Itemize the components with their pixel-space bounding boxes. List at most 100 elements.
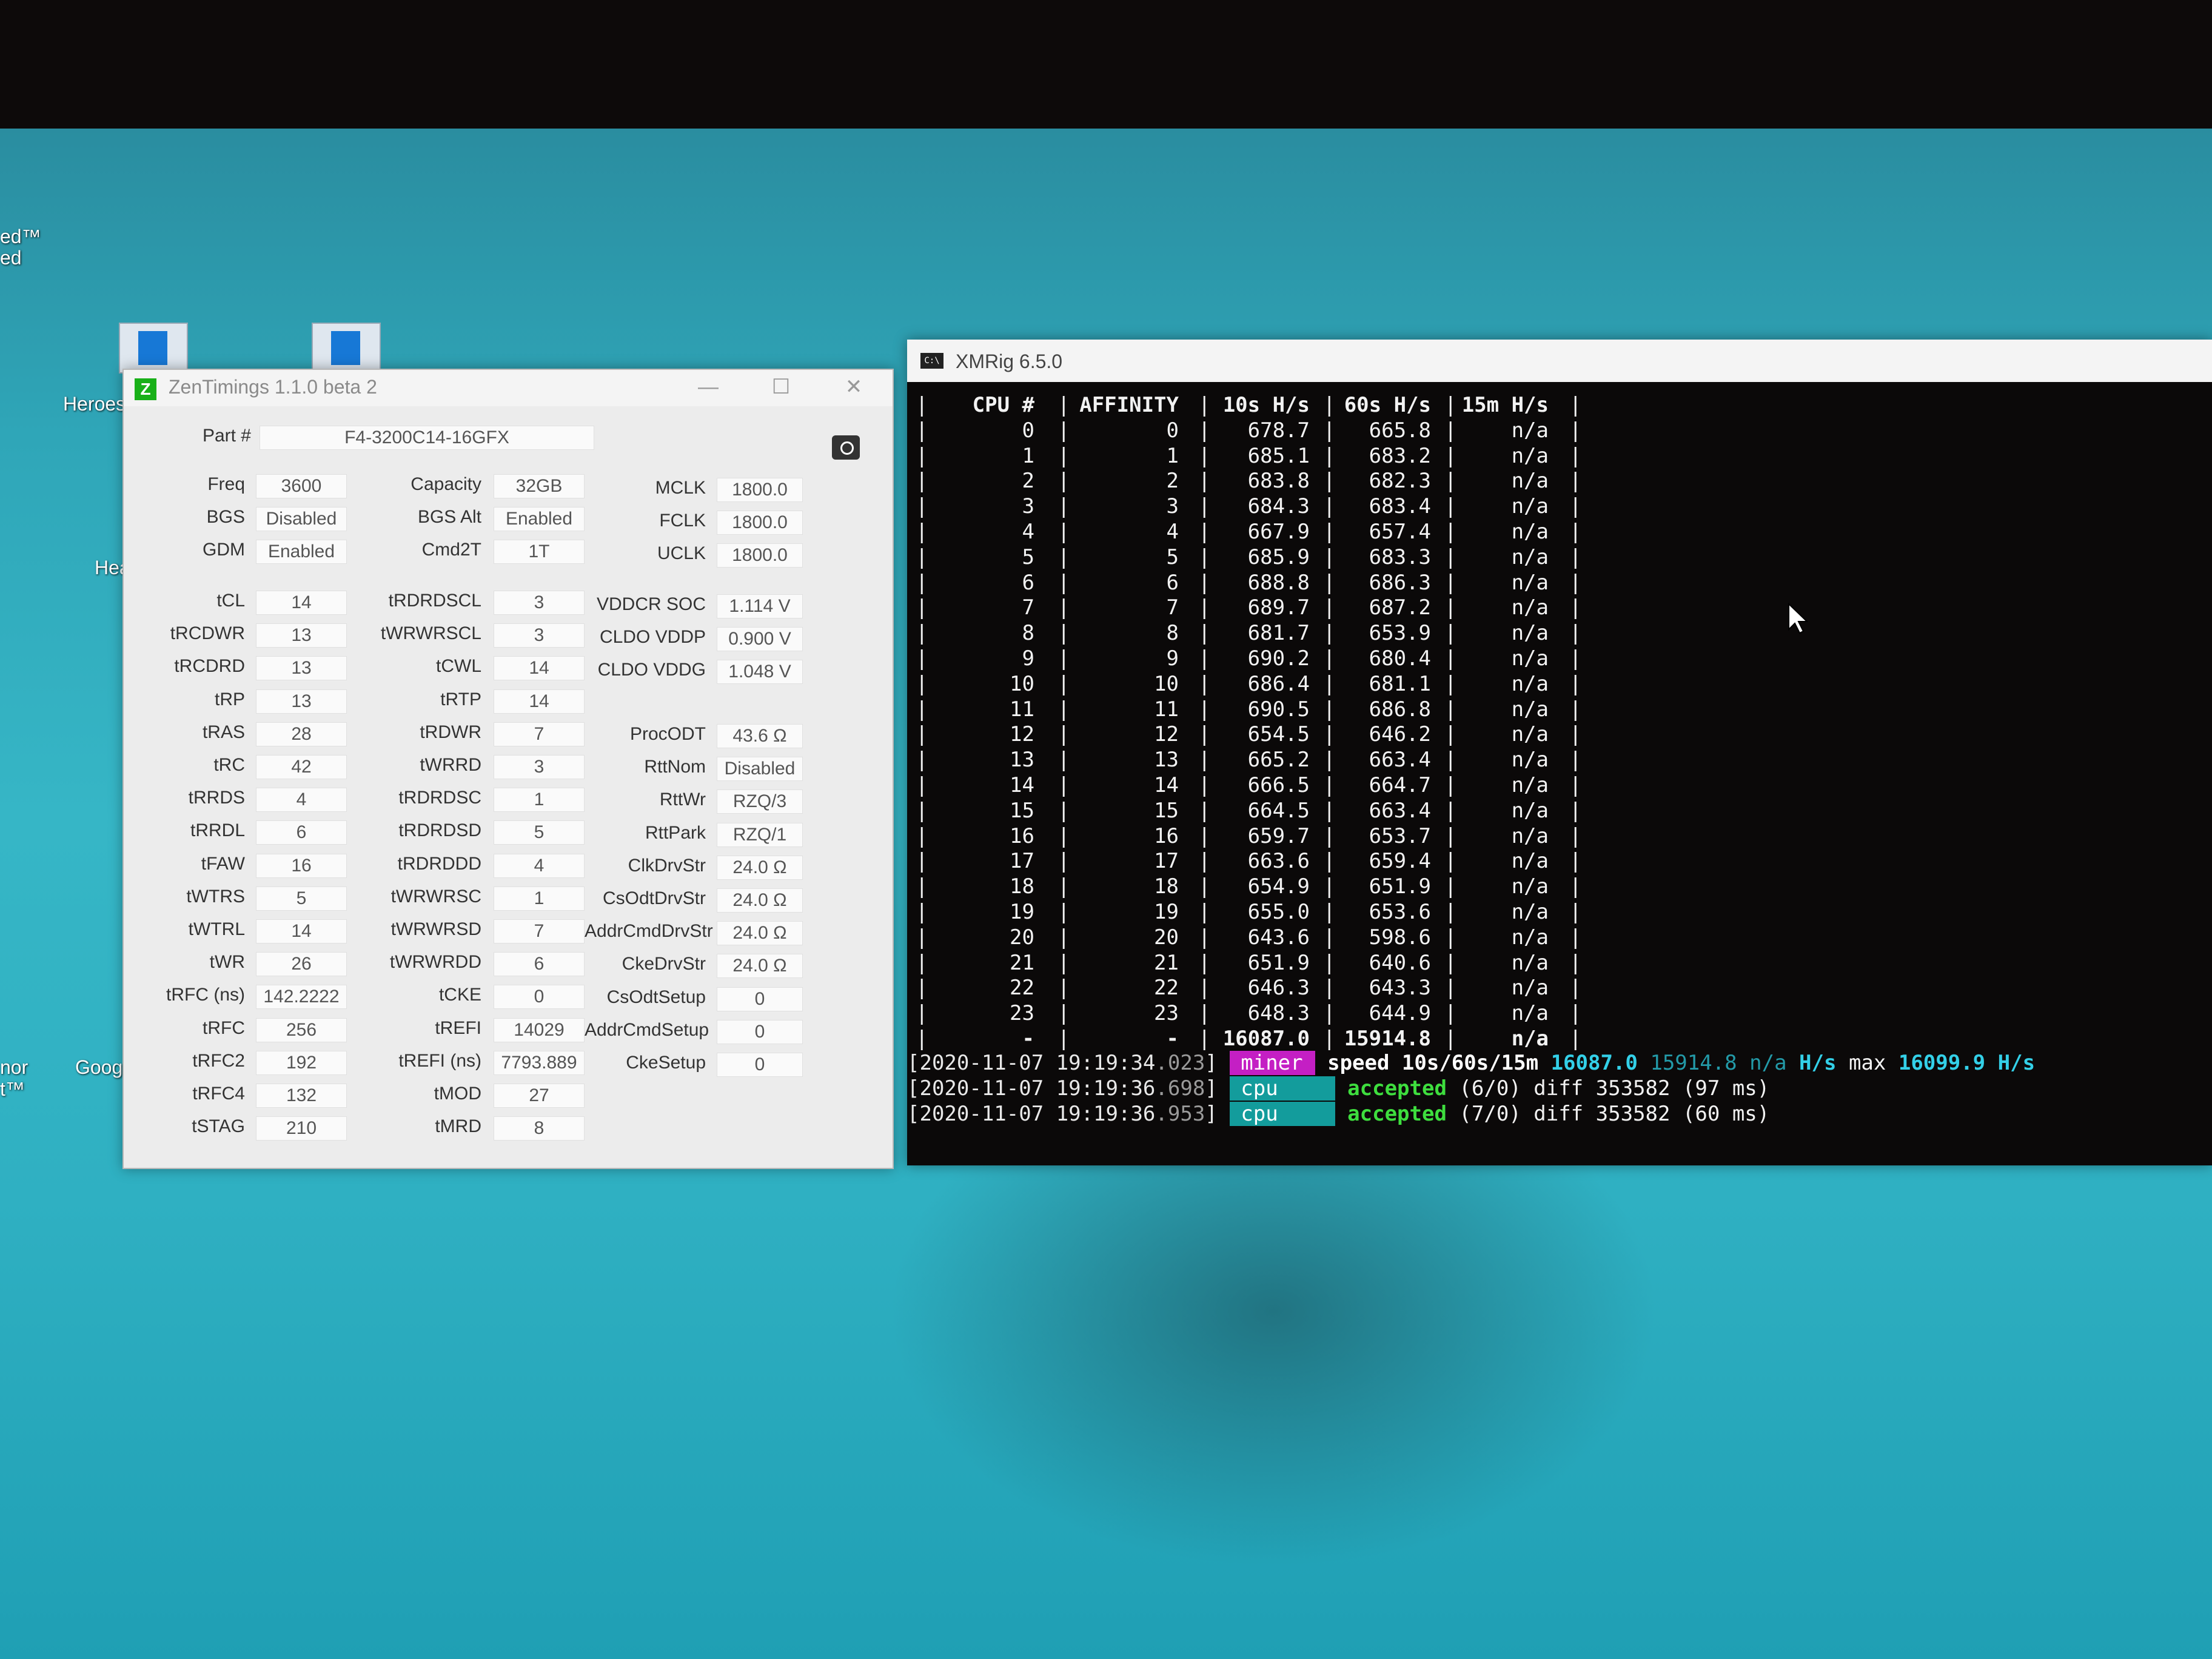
col1-label: tWTRS bbox=[186, 886, 245, 907]
col3-value: 0.900 V bbox=[717, 627, 803, 652]
table-cell: n/a bbox=[1511, 621, 1549, 646]
col2-value: 4 bbox=[494, 853, 585, 878]
table-cell: 18 bbox=[1010, 874, 1034, 899]
column-separator: | bbox=[1569, 393, 1582, 417]
col2-value: 0 bbox=[494, 985, 585, 1010]
log-tag-cpu: cpu bbox=[1230, 1102, 1335, 1126]
col1-value: 132 bbox=[256, 1084, 347, 1108]
col1-value: 210 bbox=[256, 1116, 347, 1141]
log-timestamp: [2020-11-07 19:19:36 bbox=[907, 1076, 1156, 1101]
col1-value: 28 bbox=[256, 722, 347, 746]
col3-label: VDDCR SOC bbox=[596, 594, 706, 614]
col1-value: 16 bbox=[256, 853, 347, 878]
col1-label: tRFC bbox=[203, 1017, 245, 1038]
col1-label: tRCDWR bbox=[170, 623, 245, 644]
col2-value: 1 bbox=[494, 886, 585, 911]
table-header-cell: 15m H/s bbox=[1461, 393, 1549, 417]
zentimings-app-icon: Z bbox=[135, 378, 156, 400]
title-bar[interactable]: C:\ XMRig 6.5.0 bbox=[907, 340, 2212, 382]
latency: (97 ms) bbox=[1682, 1076, 1770, 1101]
share-counts: (6/0) bbox=[1459, 1076, 1521, 1101]
minimize-button[interactable]: — bbox=[690, 374, 726, 400]
col3-label: AddrCmdDrvStr bbox=[585, 921, 713, 942]
col2-value: 1T bbox=[494, 540, 585, 565]
close-button[interactable]: ✕ bbox=[836, 374, 872, 400]
desktop-icon[interactable] bbox=[119, 323, 188, 374]
col2-label: Cmd2T bbox=[421, 540, 481, 560]
column-separator: | bbox=[1569, 950, 1582, 975]
col2-label: tWRWRSCL bbox=[380, 623, 481, 644]
log-tag-cpu: cpu bbox=[1230, 1076, 1335, 1101]
table-cell: 15 bbox=[1010, 798, 1034, 823]
col2-value: 1 bbox=[494, 788, 585, 813]
table-cell: n/a bbox=[1511, 520, 1549, 544]
col3-label: ClkDrvStr bbox=[628, 855, 706, 876]
log-timestamp: [2020-11-07 19:19:36 bbox=[907, 1102, 1156, 1126]
col3-value: 0 bbox=[717, 1053, 803, 1077]
col1-label: tSTAG bbox=[192, 1116, 245, 1137]
title-bar[interactable]: Z ZenTimings 1.1.0 beta 2 — ☐ ✕ bbox=[124, 370, 893, 406]
xmrig-console-window[interactable]: C:\ XMRig 6.5.0 | | | | | | CPU # AFFINITY 10s H… bbox=[907, 340, 2212, 1165]
column-separator: | bbox=[1569, 469, 1582, 494]
table-cell: 10 bbox=[1010, 671, 1034, 696]
col1-label: tRC bbox=[213, 755, 245, 775]
column-separator: | bbox=[1569, 545, 1582, 569]
col2-value: 14 bbox=[494, 689, 585, 714]
max-value: 16099.9 bbox=[1898, 1051, 1986, 1075]
log-timestamp-ms: .953 bbox=[1155, 1102, 1205, 1126]
table-cell: 11 bbox=[1010, 697, 1034, 722]
diff-label: diff bbox=[1533, 1102, 1584, 1126]
maximize-button[interactable]: ☐ bbox=[763, 374, 799, 400]
column-separator: | bbox=[1569, 621, 1582, 646]
col2-label: tWRRD bbox=[420, 755, 481, 775]
table-cell: n/a bbox=[1511, 798, 1549, 823]
diff-label: diff bbox=[1533, 1076, 1584, 1101]
table-cell: 0 bbox=[1022, 418, 1034, 443]
col1-label: BGS bbox=[206, 507, 245, 528]
col2-label: tCKE bbox=[438, 985, 481, 1005]
table-cell: n/a bbox=[1511, 671, 1549, 696]
col3-value: 24.0 Ω bbox=[717, 855, 803, 880]
desktop-icon-label[interactable]: Goog bbox=[75, 1056, 122, 1079]
part-number-value: F4-3200C14-16GFX bbox=[260, 426, 594, 450]
col2-value: 6 bbox=[494, 952, 585, 977]
table-cell: n/a bbox=[1511, 849, 1549, 874]
col3-label: FCLK bbox=[659, 511, 706, 531]
table-cell: 19 bbox=[1010, 900, 1034, 924]
col3-label: CsOdtDrvStr bbox=[602, 888, 706, 908]
desktop-text: nor bbox=[0, 1056, 28, 1078]
col1-value: 3600 bbox=[256, 474, 347, 498]
col1-label: tRFC2 bbox=[192, 1050, 245, 1071]
table-cell: n/a bbox=[1511, 418, 1549, 443]
desktop-icon-label[interactable]: Heroes bbox=[63, 393, 126, 415]
col2-label: tCWL bbox=[436, 656, 481, 677]
desktop-icon[interactable] bbox=[312, 323, 381, 374]
col3-value: 43.6 Ω bbox=[717, 724, 803, 748]
col3-label: AddrCmdSetup bbox=[585, 1019, 709, 1040]
table-header-cell: CPU # bbox=[972, 393, 1034, 417]
col3-label: CkeDrvStr bbox=[622, 954, 706, 974]
col3-label: RttNom bbox=[644, 757, 706, 777]
col2-label: tREFI bbox=[435, 1017, 481, 1038]
speed-unit: H/s bbox=[1799, 1051, 1837, 1075]
part-number-label: Part # bbox=[202, 426, 251, 446]
col3-value: 24.0 Ω bbox=[717, 888, 803, 913]
col2-value: Enabled bbox=[494, 507, 585, 532]
col1-label: tRAS bbox=[202, 722, 245, 742]
col2-value: 3 bbox=[494, 623, 585, 648]
col2-value: 27 bbox=[494, 1084, 585, 1108]
col1-label: tFAW bbox=[201, 853, 245, 874]
screenshot-camera-icon[interactable] bbox=[832, 435, 860, 460]
log-line: [2020-11-07 19:19:36.953] cpu accepted (… bbox=[907, 1102, 1770, 1126]
table-cell: 16 bbox=[1010, 823, 1034, 848]
col1-label: Freq bbox=[207, 474, 245, 494]
table-total-cell: - bbox=[1022, 1027, 1034, 1051]
col1-value: 192 bbox=[256, 1050, 347, 1075]
col1-value: 14 bbox=[256, 919, 347, 943]
column-separator: | bbox=[1569, 1027, 1582, 1051]
zentimings-window[interactable]: Z ZenTimings 1.1.0 beta 2 — ☐ ✕ Part # F… bbox=[122, 369, 894, 1169]
table-cell: n/a bbox=[1511, 646, 1549, 671]
log-line: [2020-11-07 19:19:36.698] cpu accepted (… bbox=[907, 1076, 1770, 1101]
col3-value: 24.0 Ω bbox=[717, 954, 803, 979]
col2-label: tWRWRSD bbox=[390, 919, 481, 939]
